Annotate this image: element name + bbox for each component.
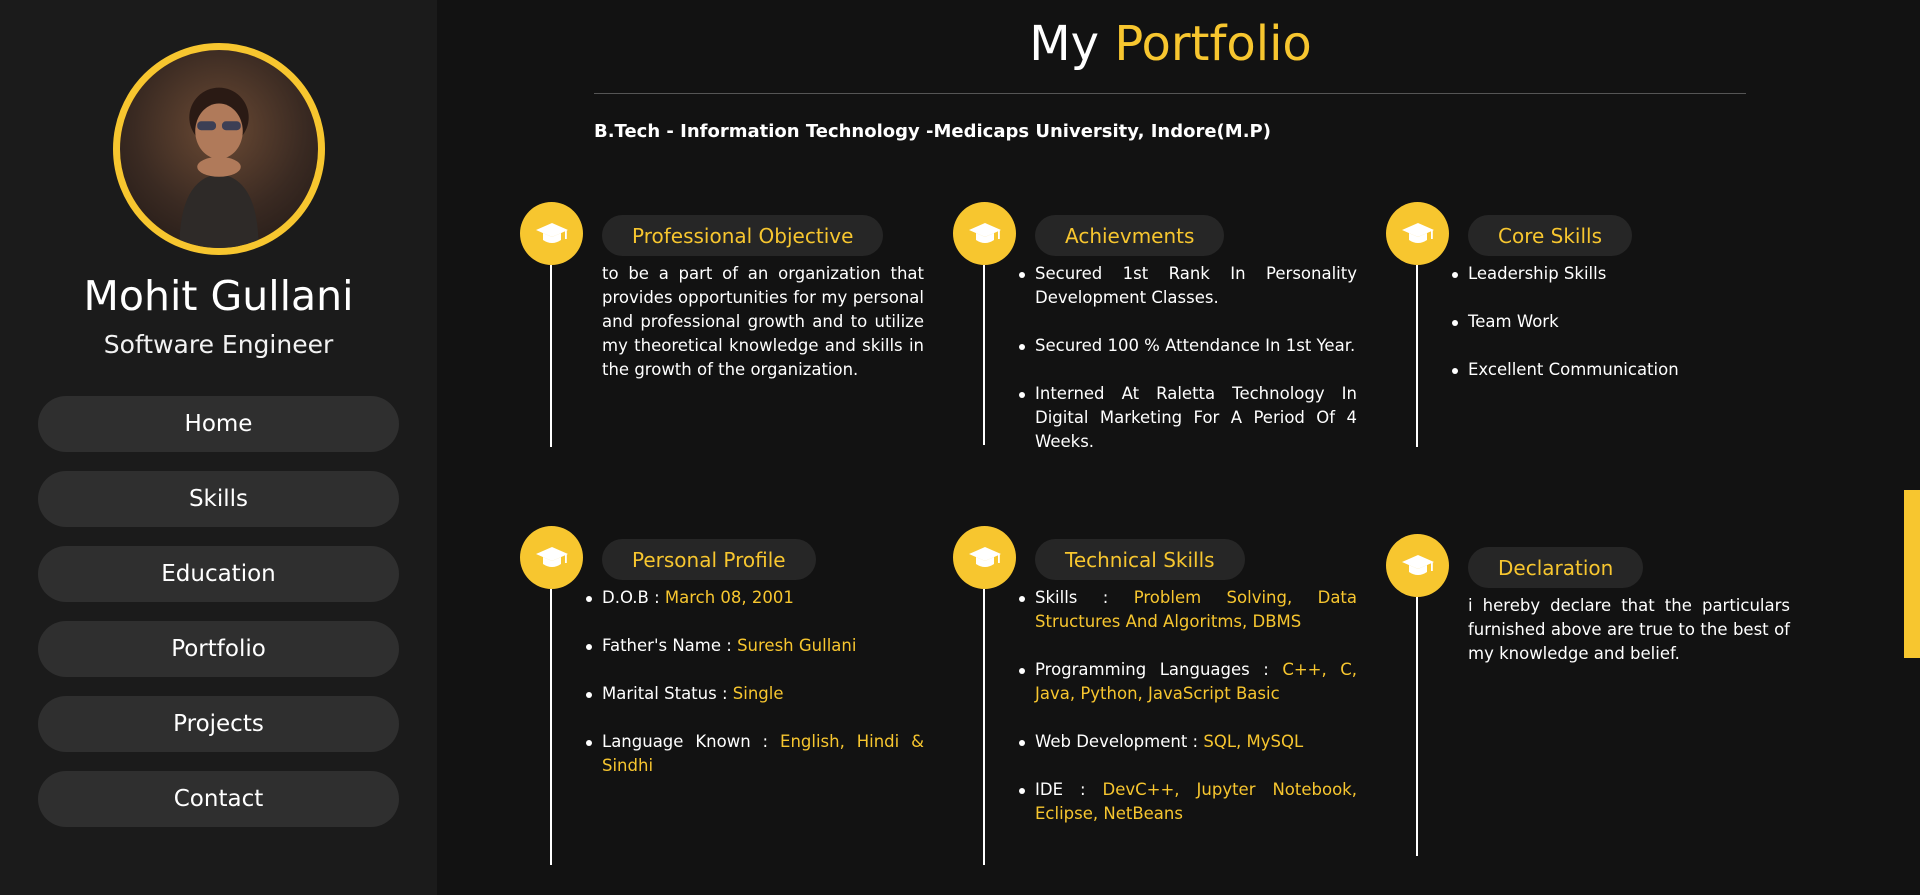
nav-item-projects[interactable]: Projects: [38, 696, 399, 752]
scrollbar-thumb[interactable]: [1904, 490, 1920, 658]
degree-text: B.Tech - Information Technology -Medicap…: [594, 121, 1271, 142]
graduation-cap-icon: [953, 202, 1016, 265]
card-body: i hereby declare that the particulars fu…: [1468, 594, 1790, 666]
item-value: SQL, MySQL: [1203, 732, 1304, 751]
item-label: D.O.B :: [602, 588, 660, 607]
scrollbar-track[interactable]: [1904, 0, 1920, 895]
list-item: Web Development : SQL, MySQL: [1019, 730, 1357, 754]
card-body: Skills : Problem Solving, Data Structure…: [1019, 586, 1357, 850]
card-title: Professional Objective: [602, 215, 884, 256]
item-label: Marital Status :: [602, 684, 728, 703]
card-body: Secured 1st Rank In Personality Developm…: [1019, 262, 1357, 478]
timeline-line: [1416, 265, 1418, 447]
main-nav: Home Skills Education Portfolio Projects…: [38, 396, 399, 846]
timeline-line: [983, 589, 985, 865]
nav-item-contact[interactable]: Contact: [38, 771, 399, 827]
timeline-line: [983, 265, 985, 445]
list-item: D.O.B : March 08, 2001: [586, 586, 924, 610]
card-title: Achievments: [1035, 215, 1225, 256]
nav-item-skills[interactable]: Skills: [38, 471, 399, 527]
list-item: Language Known : English, Hindi & Sindhi: [586, 730, 924, 778]
list-item: Team Work: [1452, 310, 1790, 334]
list-item: Marital Status : Single: [586, 682, 924, 706]
sidebar: Mohit Gullani Software Engineer Home Ski…: [0, 0, 437, 895]
page-title-portfolio: Portfolio: [1114, 16, 1312, 72]
nav-item-education[interactable]: Education: [38, 546, 399, 602]
nav-item-portfolio[interactable]: Portfolio: [38, 621, 399, 677]
graduation-cap-icon: [1386, 534, 1449, 597]
list-item: Skills : Problem Solving, Data Structure…: [1019, 586, 1357, 634]
list-item: Secured 1st Rank In Personality Developm…: [1019, 262, 1357, 310]
avatar-photo: [179, 87, 259, 248]
card-title: Personal Profile: [602, 539, 816, 580]
item-label: IDE :: [1035, 780, 1086, 799]
item-label: Skills :: [1035, 588, 1109, 607]
card-title: Core Skills: [1468, 215, 1633, 256]
list-item: Excellent Communication: [1452, 358, 1790, 382]
objective-text: to be a part of an organization that pro…: [602, 264, 924, 379]
list-item: IDE : DevC++, Jupyter Notebook, Eclipse,…: [1019, 778, 1357, 826]
list-item: Father's Name : Suresh Gullani: [586, 634, 924, 658]
profile-role: Software Engineer: [103, 330, 334, 359]
item-label: Web Development :: [1035, 732, 1199, 751]
card-title: Technical Skills: [1035, 539, 1245, 580]
declaration-text: i hereby declare that the particulars fu…: [1468, 596, 1790, 663]
avatar: [113, 43, 325, 255]
item-label: Father's Name :: [602, 636, 732, 655]
item-label: Language Known :: [602, 732, 769, 751]
graduation-cap-icon: [953, 526, 1016, 589]
item-value: Single: [732, 684, 784, 703]
card-title: Declaration: [1468, 547, 1644, 588]
timeline-line: [1416, 597, 1418, 856]
title-divider: [594, 93, 1746, 94]
item-value: Suresh Gullani: [737, 636, 857, 655]
card-body: to be a part of an organization that pro…: [602, 262, 924, 382]
item-value: March 08, 2001: [664, 588, 794, 607]
graduation-cap-icon: [520, 526, 583, 589]
card-body: Leadership Skills Team Work Excellent Co…: [1452, 262, 1790, 406]
card-body: D.O.B : March 08, 2001 Father's Name : S…: [586, 586, 924, 802]
graduation-cap-icon: [1386, 202, 1449, 265]
profile-name: Mohit Gullani: [83, 272, 354, 320]
graduation-cap-icon: [520, 202, 583, 265]
list-item: Leadership Skills: [1452, 262, 1790, 286]
page-title-my: My: [1029, 16, 1100, 72]
list-item: Secured 100 % Attendance In 1st Year.: [1019, 334, 1357, 358]
item-label: Programming Languages :: [1035, 660, 1269, 679]
list-item: Interned At Raletta Technology In Digita…: [1019, 382, 1357, 454]
nav-item-home[interactable]: Home: [38, 396, 399, 452]
timeline-line: [550, 265, 552, 447]
list-item: Programming Languages : C++, C, Java, Py…: [1019, 658, 1357, 706]
timeline-line: [550, 589, 552, 865]
page-title: My Portfolio: [437, 16, 1904, 72]
